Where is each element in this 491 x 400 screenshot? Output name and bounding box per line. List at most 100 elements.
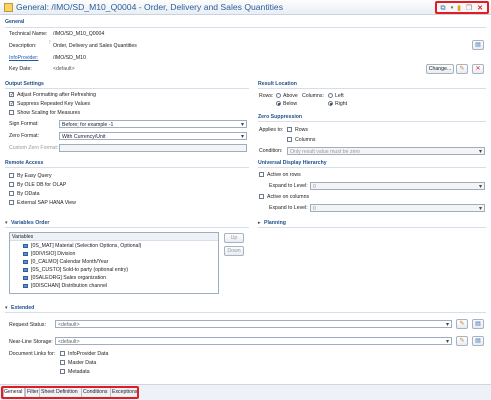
image-icon[interactable]: ▤ (472, 336, 484, 346)
columns-right-radio[interactable] (328, 101, 333, 106)
divider (5, 167, 249, 168)
condition-select[interactable]: Only result value must be zero (287, 147, 485, 155)
infoprovider-data-checkbox[interactable] (60, 351, 65, 356)
image-icon[interactable]: ▤ (472, 319, 484, 329)
clear-icon[interactable]: ✕ (472, 64, 484, 74)
variables-order-title[interactable]: Variables Order (11, 220, 49, 226)
zs-columns-checkbox[interactable] (287, 137, 292, 142)
nearline-select[interactable]: <default> (55, 337, 452, 345)
columns-left-label: Left (335, 93, 344, 99)
nearline-value: <default> (58, 339, 80, 345)
request-status-label: Request Status: (9, 322, 46, 328)
doc-links-label: Document Links for: (9, 351, 56, 357)
infoprovider-link[interactable]: InfoProvider: (9, 55, 38, 61)
extended-title[interactable]: Extended (11, 305, 34, 311)
zero-format-label: Zero Format: (9, 133, 39, 139)
lock-icon[interactable]: ▮ (455, 5, 463, 12)
sign-format-select[interactable]: Before; for example -1 (59, 120, 247, 128)
adjust-formatting-label: Adjust Formatting after Refreshing (17, 92, 97, 98)
tabs-highlight (1, 386, 139, 399)
change-key-date-button[interactable]: Change... (426, 64, 454, 74)
variable-icon (23, 276, 28, 280)
odata-checkbox[interactable] (9, 191, 14, 196)
request-status-select[interactable]: <default> (55, 320, 452, 328)
move-up-button[interactable]: Up (224, 233, 244, 243)
custom-zero-input[interactable] (59, 144, 247, 152)
columns-right-label: Right (335, 101, 348, 107)
key-date-label: Key Date: (9, 66, 32, 72)
toolbar-actions: ⧉ ▾ ▮ ❐ ✕ (435, 1, 489, 14)
translate-icon[interactable]: ꜝ (49, 42, 51, 48)
ole-db-label: By OLE DB for OLAP (17, 182, 67, 188)
variable-item[interactable]: [0S_MAT] Material (Selection Options, Op… (31, 243, 141, 249)
variables-list-header (10, 233, 218, 241)
rows-below-radio[interactable] (276, 101, 281, 106)
condition-label: Condition: (259, 148, 283, 154)
variable-item[interactable]: [0SALEORG] Sales organization (31, 275, 106, 281)
active-rows-label: Active on rows (267, 172, 301, 178)
zero-format-select[interactable]: With Currency/Unit (59, 132, 247, 140)
sign-format-value: Before; for example -1 (62, 122, 114, 128)
divider (5, 27, 486, 28)
rows-above-radio[interactable] (276, 93, 281, 98)
active-columns-label: Active on columns (267, 194, 310, 200)
expand-level-rows-select[interactable]: 0 (310, 182, 485, 190)
variable-item[interactable]: [0_CALMO] Calendar Month/Year (31, 259, 108, 265)
ole-db-checkbox[interactable] (9, 182, 14, 187)
pencil-icon[interactable]: ✎ (456, 64, 468, 74)
pencil-icon[interactable]: ✎ (456, 319, 468, 329)
planning-title[interactable]: Planning (264, 220, 286, 226)
new-icon[interactable]: ⧉ (439, 5, 447, 12)
variable-icon (23, 268, 28, 272)
extended-collapse-icon[interactable]: ▾ (5, 305, 8, 311)
zs-rows-checkbox[interactable] (287, 127, 292, 132)
show-scaling-label: Show Scaling for Measures (17, 110, 81, 116)
divider (5, 88, 249, 89)
pencil-icon[interactable]: ✎ (456, 336, 468, 346)
metadata-checkbox[interactable] (60, 369, 65, 374)
variable-item[interactable]: [0DISCHAN] Distribution channel (31, 283, 107, 289)
variables-column-header: Variables (12, 234, 34, 240)
close-icon[interactable]: ✕ (476, 5, 484, 12)
request-status-value: <default> (58, 322, 80, 328)
query-icon (4, 3, 13, 12)
expand-level-rows-label: Expand to Level: (269, 183, 308, 189)
divider (258, 88, 486, 89)
expand-level-columns-label: Expand to Level: (269, 205, 308, 211)
active-columns-checkbox[interactable] (259, 194, 264, 199)
adjust-formatting-checkbox[interactable]: ✓ (9, 92, 14, 98)
easy-query-checkbox[interactable] (9, 173, 14, 178)
metadata-label: Metadata (68, 369, 90, 375)
variable-item[interactable]: [0DIVISIO] Division (31, 251, 75, 257)
divider (5, 227, 249, 228)
rows-below-label: Below (283, 101, 298, 107)
active-rows-checkbox[interactable] (259, 172, 264, 177)
zero-suppression-title: Zero Suppression (258, 114, 303, 120)
infoprovider-data-label: InfoProvider Data (68, 351, 109, 357)
planning-expand-icon[interactable]: ▸ (258, 220, 261, 226)
expand-level-columns-select[interactable]: 0 (310, 204, 485, 212)
variable-icon (23, 260, 28, 264)
suppress-repeated-label: Suppress Repeated Key Values (17, 101, 91, 107)
show-scaling-checkbox[interactable] (9, 110, 14, 115)
rows-label: Rows: (259, 93, 274, 99)
zero-format-value: With Currency/Unit (62, 134, 106, 140)
hana-view-checkbox[interactable] (9, 200, 14, 205)
hana-view-label: External SAP HANA View (17, 200, 76, 206)
variable-item[interactable]: [0S_CUSTO] Sold-to party (optional entry… (31, 267, 128, 273)
image-icon: ▤ (475, 42, 481, 48)
edit-description-button[interactable]: ▤ (472, 40, 484, 50)
general-section-title: General (5, 19, 25, 25)
columns-label: Columns: (302, 93, 324, 99)
master-data-label: Master Data (68, 360, 97, 366)
sign-format-label: Sign Format: (9, 121, 39, 127)
description-value: Order, Delivery and Sales Quantities (53, 43, 137, 49)
variable-icon (23, 284, 28, 288)
move-down-button[interactable]: Down (224, 246, 244, 256)
variables-order-collapse-icon[interactable]: ▾ (5, 220, 8, 226)
suppress-repeated-checkbox[interactable]: ✓ (9, 101, 14, 107)
copy-icon[interactable]: ❐ (465, 5, 473, 12)
editor-title: General: /IMO/SD_M10_Q0004 - Order, Deli… (16, 2, 284, 12)
master-data-checkbox[interactable] (60, 360, 65, 365)
columns-left-radio[interactable] (328, 93, 333, 98)
